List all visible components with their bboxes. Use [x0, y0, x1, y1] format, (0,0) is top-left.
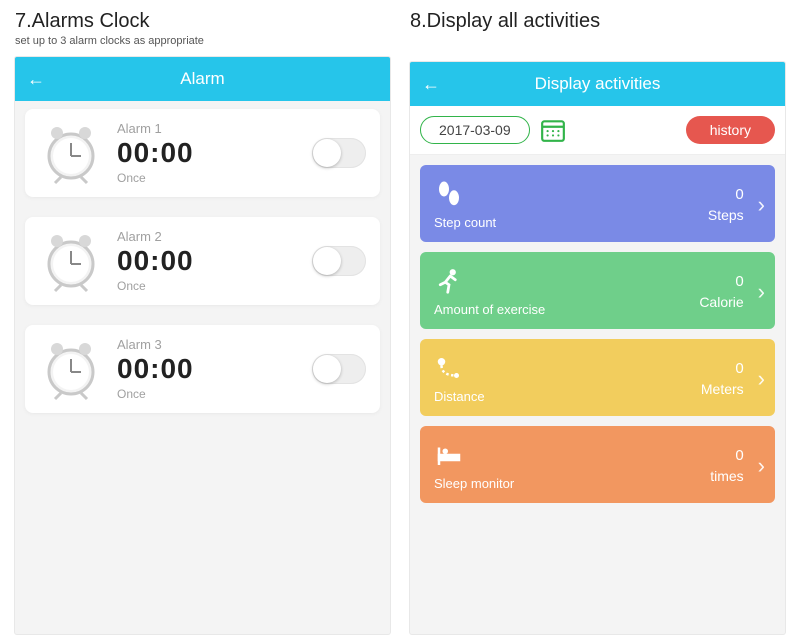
alarm-label: Alarm 2: [117, 229, 298, 244]
activity-unit: times: [710, 468, 743, 484]
activity-value: 0: [699, 273, 743, 290]
alarm-time: 00:00: [117, 138, 298, 169]
section-activities: 8.Display all activities ← Display activ…: [410, 10, 785, 634]
alarm-repeat: Once: [117, 387, 298, 401]
section-subheading: set up to 3 alarm clocks as appropriate: [15, 35, 390, 47]
alarm-clock-icon: [39, 121, 103, 185]
activity-card-exercise[interactable]: Amount of exercise 0 Calorie ›: [420, 252, 775, 329]
alarm-label: Alarm 1: [117, 121, 298, 136]
activity-unit: Steps: [708, 207, 744, 223]
activity-label: Sleep monitor: [434, 476, 514, 491]
activities-screen: ← Display activities 2017-03-09 history …: [410, 62, 785, 634]
activity-label: Step count: [434, 215, 496, 230]
activity-label: Distance: [434, 389, 485, 404]
back-icon[interactable]: ←: [422, 74, 440, 95]
alarm-list: Alarm 1 00:00 Once: [15, 101, 390, 634]
chevron-right-icon: ›: [758, 453, 765, 479]
alarm-repeat: Once: [117, 171, 298, 185]
route-icon: [434, 353, 464, 383]
calendar-icon[interactable]: [540, 117, 566, 143]
bed-icon: [434, 440, 464, 470]
alarm-clock-icon: [39, 337, 103, 401]
activity-unit: Meters: [701, 381, 744, 397]
section-alarms: 7.Alarms Clock set up to 3 alarm clocks …: [15, 10, 390, 634]
alarm-clock-icon: [39, 229, 103, 293]
activities-title: Display activities: [410, 74, 785, 94]
activities-header: 2017-03-09 history: [410, 106, 785, 155]
alarm-text: Alarm 1 00:00 Once: [117, 121, 298, 185]
alarm-toggle[interactable]: [312, 354, 366, 384]
activity-value: 0: [701, 360, 744, 377]
date-selector[interactable]: 2017-03-09: [420, 116, 530, 144]
activity-value: 0: [710, 447, 743, 464]
alarm-card[interactable]: Alarm 2 00:00 Once: [25, 217, 380, 305]
alarm-repeat: Once: [117, 279, 298, 293]
alarm-label: Alarm 3: [117, 337, 298, 352]
alarm-time: 00:00: [117, 246, 298, 277]
alarm-title: Alarm: [15, 69, 390, 89]
chevron-right-icon: ›: [758, 366, 765, 392]
section-heading: 7.Alarms Clock: [15, 10, 390, 33]
chevron-right-icon: ›: [758, 279, 765, 305]
activities-list: Step count 0 Steps › Amount of exercise …: [410, 155, 785, 634]
alarm-toggle[interactable]: [312, 246, 366, 276]
activity-label: Amount of exercise: [434, 302, 545, 317]
section-heading: 8.Display all activities: [410, 10, 785, 33]
activity-value: 0: [708, 186, 744, 203]
alarm-time: 00:00: [117, 354, 298, 385]
activity-card-distance[interactable]: Distance 0 Meters ›: [420, 339, 775, 416]
back-icon[interactable]: ←: [27, 69, 45, 90]
alarm-toggle[interactable]: [312, 138, 366, 168]
activities-topbar: ← Display activities: [410, 62, 785, 106]
alarm-card[interactable]: Alarm 3 00:00 Once: [25, 325, 380, 413]
activity-unit: Calorie: [699, 294, 743, 310]
history-button[interactable]: history: [686, 116, 775, 144]
chevron-right-icon: ›: [758, 192, 765, 218]
alarm-text: Alarm 3 00:00 Once: [117, 337, 298, 401]
alarm-text: Alarm 2 00:00 Once: [117, 229, 298, 293]
alarm-card[interactable]: Alarm 1 00:00 Once: [25, 109, 380, 197]
activity-card-steps[interactable]: Step count 0 Steps ›: [420, 165, 775, 242]
alarm-topbar: ← Alarm: [15, 57, 390, 101]
footprints-icon: [434, 179, 464, 209]
activity-card-sleep[interactable]: Sleep monitor 0 times ›: [420, 426, 775, 503]
alarm-screen: ← Alarm Alarm 1 00:00 Onc: [15, 57, 390, 634]
runner-icon: [434, 266, 464, 296]
